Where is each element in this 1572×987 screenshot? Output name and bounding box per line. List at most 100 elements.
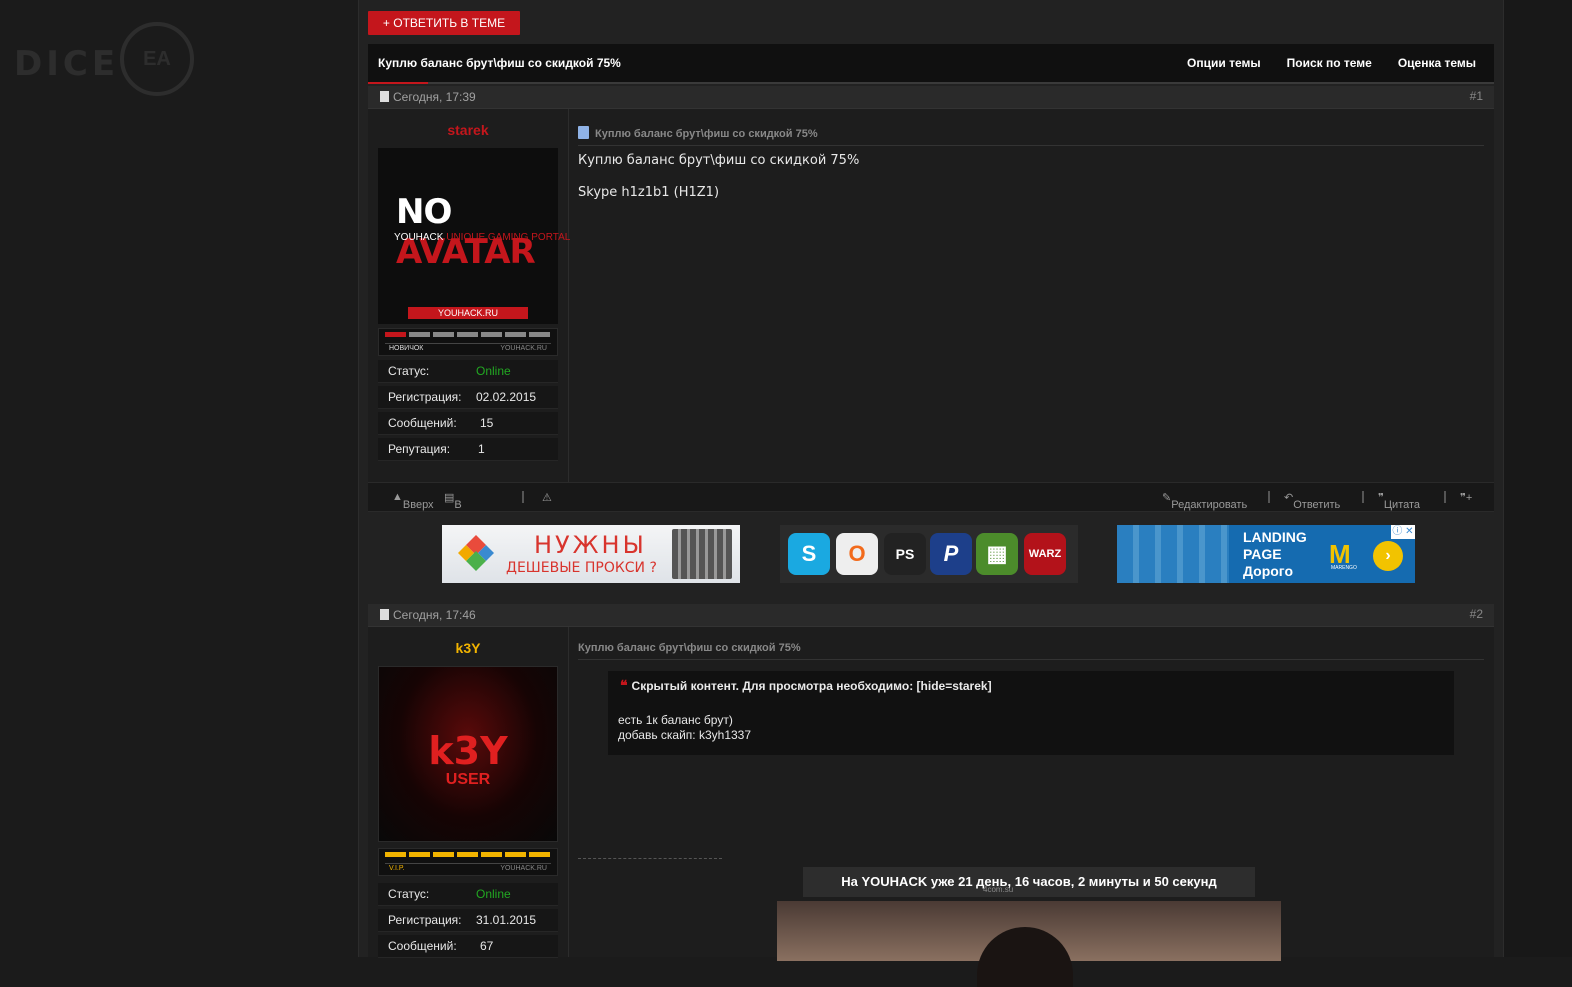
- reply-link[interactable]: ↶ Ответить: [1284, 491, 1340, 511]
- quote-line: есть 1к баланс брут): [618, 713, 733, 727]
- stat-label: Сообщений:: [388, 939, 457, 953]
- stat-value: 67: [480, 939, 494, 953]
- add-to-diary-link[interactable]: ▤ В дневник: [444, 491, 496, 523]
- status-online: Online: [476, 887, 511, 901]
- report-icon[interactable]: ⚠: [542, 491, 552, 504]
- quote-link[interactable]: ❞ Цитата: [1378, 491, 1420, 511]
- status-row: Статус: Online: [378, 883, 558, 906]
- rank-segments: [385, 852, 550, 857]
- stat-value: 1: [478, 442, 485, 456]
- messages-row: Сообщений: 67: [378, 935, 558, 958]
- username-link[interactable]: starek: [368, 122, 568, 138]
- ad-line: LANDING: [1243, 529, 1307, 545]
- games-ad-banner[interactable]: S O PS P ▦ WARZ: [780, 525, 1078, 583]
- post-text-line: Skype h1z1b1 (H1Z1): [578, 185, 720, 200]
- quote-header: ❝ Скрытый контент. Для просмотра необходи…: [620, 677, 992, 693]
- thread-accent-line: [368, 82, 428, 84]
- post-icon: [380, 91, 389, 102]
- post-header: Сегодня, 17:39 #1: [368, 86, 1494, 109]
- avatar-text: UNIQUE GAMING PORTAL: [446, 232, 571, 243]
- document-icon: [578, 126, 589, 139]
- ad-arrow-icon[interactable]: ›: [1373, 541, 1403, 571]
- playstation-icon: PS: [884, 533, 926, 575]
- rank-name: НОВИЧОК: [389, 345, 424, 352]
- status-online: Online: [476, 364, 511, 378]
- ad-thumbnails: [1117, 525, 1229, 583]
- stat-label: Статус:: [388, 887, 430, 901]
- messages-row: Сообщений: 15: [378, 412, 558, 435]
- avatar-site-label: YOUHACK.RU: [408, 307, 528, 319]
- stat-value: 31.01.2015: [476, 913, 537, 927]
- forum-page: + ОТВЕТИТЬ В ТЕМЕ Куплю баланс брут\фиш …: [358, 0, 1504, 987]
- stat-label: Регистрация:: [388, 913, 462, 927]
- stat-label: Статус:: [388, 364, 430, 378]
- post-date: Сегодня, 17:39: [380, 90, 476, 104]
- stat-value: 15: [480, 416, 494, 430]
- avatar-text: k3Y: [428, 729, 508, 773]
- post: k3Y k3Y USER V.I.P. YOUHACK.RU Статус: O…: [368, 627, 1494, 987]
- signature-counter: На YOUHACK уже 21 день, 16 часов, 2 мину…: [803, 867, 1255, 897]
- proxy-ad-banner[interactable]: НУЖНЫ ДЕШЕВЫЕ ПРОКСИ ?: [442, 525, 740, 583]
- background-logo: DICE EA: [14, 22, 194, 98]
- minecraft-icon: ▦: [976, 533, 1018, 575]
- post-date: Сегодня, 17:46: [380, 608, 476, 622]
- username-link[interactable]: k3Y: [368, 640, 568, 656]
- rank-bar: НОВИЧОК YOUHACK.RU: [378, 328, 558, 356]
- signature-small-text: 4com.su: [983, 885, 1014, 894]
- stat-label: Репутация:: [388, 442, 451, 456]
- avatar-text: YOUHACK: [394, 232, 444, 243]
- dice-logo-text: DICE: [14, 44, 120, 84]
- registration-row: Регистрация: 02.02.2015: [378, 386, 558, 409]
- ad-subline: ДЕШЕВЫЕ ПРОКСИ ?: [506, 560, 657, 576]
- right-background: [1502, 0, 1572, 957]
- quote-icon: ❝: [620, 677, 628, 693]
- thread-options: Опции темы Поиск по теме Оценка темы: [1187, 56, 1476, 70]
- search-thread-menu[interactable]: Поиск по теме: [1287, 56, 1372, 70]
- multiquote-icon[interactable]: ❞+: [1460, 491, 1472, 504]
- origin-icon: O: [836, 533, 878, 575]
- marengo-text: MARENGO: [1331, 565, 1357, 571]
- rate-thread-menu[interactable]: Оценка темы: [1398, 56, 1476, 70]
- ad-strip: НУЖНЫ ДЕШЕВЫЕ ПРОКСИ ? S O PS P ▦ WARZ L…: [368, 513, 1494, 603]
- post-icon: [380, 609, 389, 620]
- rank-name: V.I.P.: [389, 865, 405, 872]
- user-info-panel: starek NO AVATAR YOUHACK UNIQUE GAMING P…: [368, 109, 570, 482]
- ad-line: PAGE: [1243, 546, 1282, 562]
- ad-line: Дорого: [1243, 563, 1293, 579]
- rank-bar: V.I.P. YOUHACK.RU: [378, 848, 558, 876]
- ad-close-icon[interactable]: ⓘ ✕: [1391, 525, 1415, 539]
- proxy-logo-icon: [458, 535, 494, 571]
- signature-image: [777, 901, 1281, 987]
- avatar-text: NO: [396, 192, 452, 232]
- stat-label: Регистрация:: [388, 390, 462, 404]
- post: starek NO AVATAR YOUHACK UNIQUE GAMING P…: [368, 109, 1494, 482]
- avatar-text: USER: [445, 771, 491, 788]
- rank-site: YOUHACK.RU: [500, 345, 547, 352]
- server-icon: [672, 529, 732, 579]
- post-footer: ▲ Вверх ▤ В дневник ⚠ ✎ Редактировать ↶ …: [368, 482, 1494, 523]
- landing-page-ad-banner[interactable]: LANDING PAGE Дорого M MARENGO › ⓘ ✕: [1117, 525, 1415, 583]
- reply-in-thread-button[interactable]: + ОТВЕТИТЬ В ТЕМЕ: [368, 11, 520, 35]
- post-number-link[interactable]: #2: [1470, 607, 1483, 621]
- stat-label: Сообщений:: [388, 416, 457, 430]
- post-title: Куплю баланс брут\фиш со скидкой 75%: [578, 123, 1484, 146]
- edit-link[interactable]: ✎ Редактировать: [1162, 491, 1247, 511]
- status-row: Статус: Online: [378, 360, 558, 383]
- avatar[interactable]: NO AVATAR YOUHACK UNIQUE GAMING PORTAL Y…: [378, 148, 570, 324]
- post-content: Куплю баланс брут\фиш со скидкой 75% Куп…: [578, 109, 1484, 482]
- ad-headline: НУЖНЫ: [534, 531, 647, 559]
- registration-row: Регистрация: 31.01.2015: [378, 909, 558, 932]
- stat-value: 02.02.2015: [476, 390, 537, 404]
- user-info-panel: k3Y k3Y USER V.I.P. YOUHACK.RU Статус: O…: [368, 627, 569, 958]
- paypal-icon: P: [930, 533, 972, 575]
- reputation-row: Репутация: 1: [378, 438, 558, 461]
- signature-divider: [578, 858, 722, 859]
- post-header: Сегодня, 17:46 #2: [368, 604, 1494, 627]
- go-up-link[interactable]: ▲ Вверх: [392, 491, 434, 511]
- post-number-link[interactable]: #1: [1470, 89, 1483, 103]
- post-title: Куплю баланс брут\фиш со скидкой 75%: [578, 637, 1484, 660]
- post-content: Куплю баланс брут\фиш со скидкой 75% ❝ Ск…: [578, 627, 1484, 987]
- thread-options-menu[interactable]: Опции темы: [1187, 56, 1261, 70]
- warz-icon: WARZ: [1024, 533, 1066, 575]
- avatar[interactable]: k3Y USER: [378, 666, 558, 842]
